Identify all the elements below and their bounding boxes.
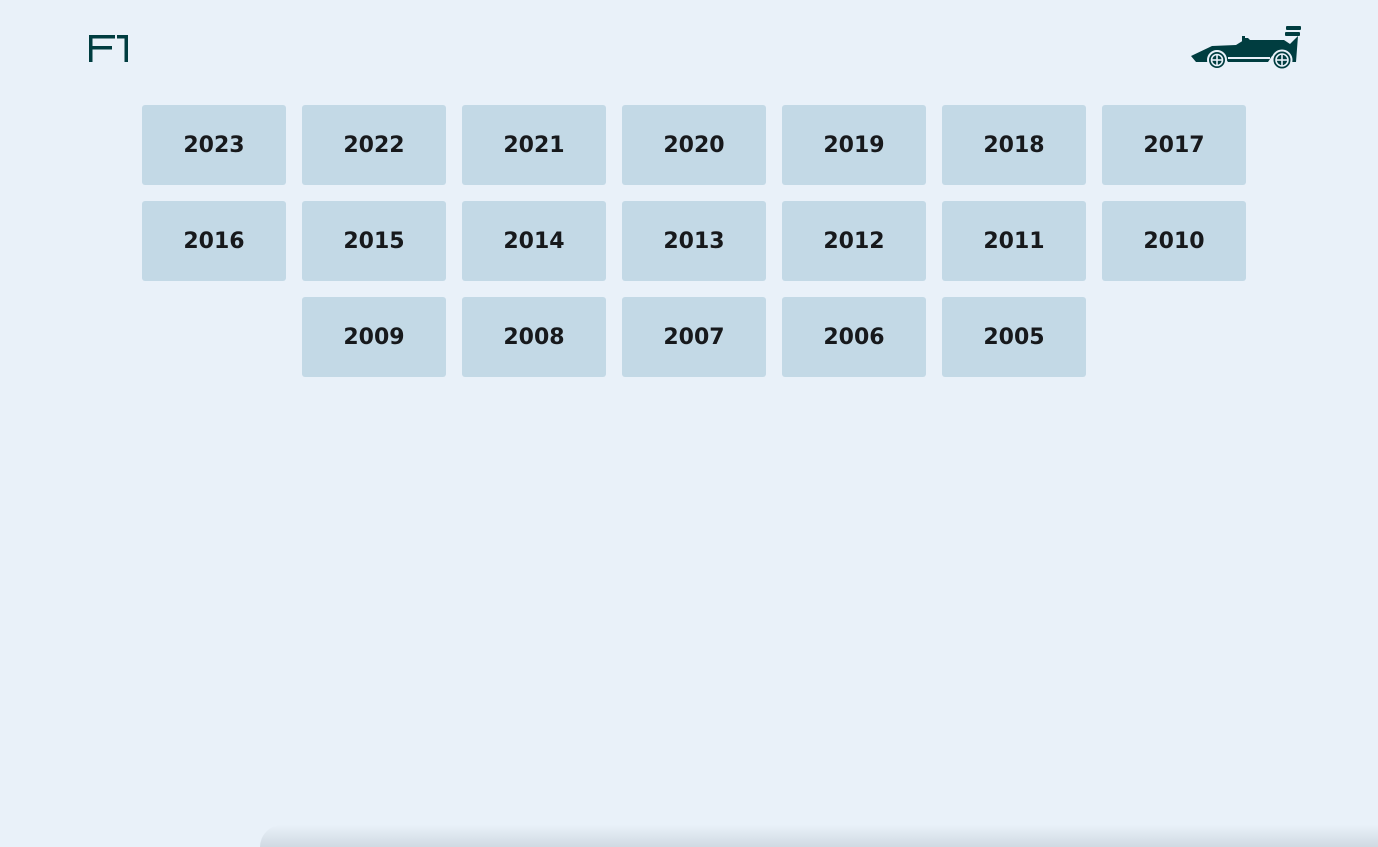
year-button-2010[interactable]: 2010 xyxy=(1102,201,1246,281)
year-button-2012[interactable]: 2012 xyxy=(782,201,926,281)
year-button-2021[interactable]: 2021 xyxy=(462,105,606,185)
year-button-2019[interactable]: 2019 xyxy=(782,105,926,185)
season-year-grid: 2023 2022 2021 2020 2019 2018 2017 2016 … xyxy=(142,105,1246,377)
year-button-2016[interactable]: 2016 xyxy=(142,201,286,281)
bottom-shadow xyxy=(260,825,1378,847)
year-button-2013[interactable]: 2013 xyxy=(622,201,766,281)
year-button-2014[interactable]: 2014 xyxy=(462,201,606,281)
year-button-2017[interactable]: 2017 xyxy=(1102,105,1246,185)
f1-car-icon[interactable] xyxy=(1188,24,1304,72)
year-button-2018[interactable]: 2018 xyxy=(942,105,1086,185)
page: 2023 2022 2021 2020 2019 2018 2017 2016 … xyxy=(0,0,1378,847)
f1-logo-icon[interactable] xyxy=(88,33,130,63)
year-button-2022[interactable]: 2022 xyxy=(302,105,446,185)
year-button-2007[interactable]: 2007 xyxy=(622,297,766,377)
year-button-2008[interactable]: 2008 xyxy=(462,297,606,377)
year-button-2015[interactable]: 2015 xyxy=(302,201,446,281)
year-button-2011[interactable]: 2011 xyxy=(942,201,1086,281)
year-button-2009[interactable]: 2009 xyxy=(302,297,446,377)
year-button-2005[interactable]: 2005 xyxy=(942,297,1086,377)
year-button-2023[interactable]: 2023 xyxy=(142,105,286,185)
year-button-2020[interactable]: 2020 xyxy=(622,105,766,185)
year-button-2006[interactable]: 2006 xyxy=(782,297,926,377)
